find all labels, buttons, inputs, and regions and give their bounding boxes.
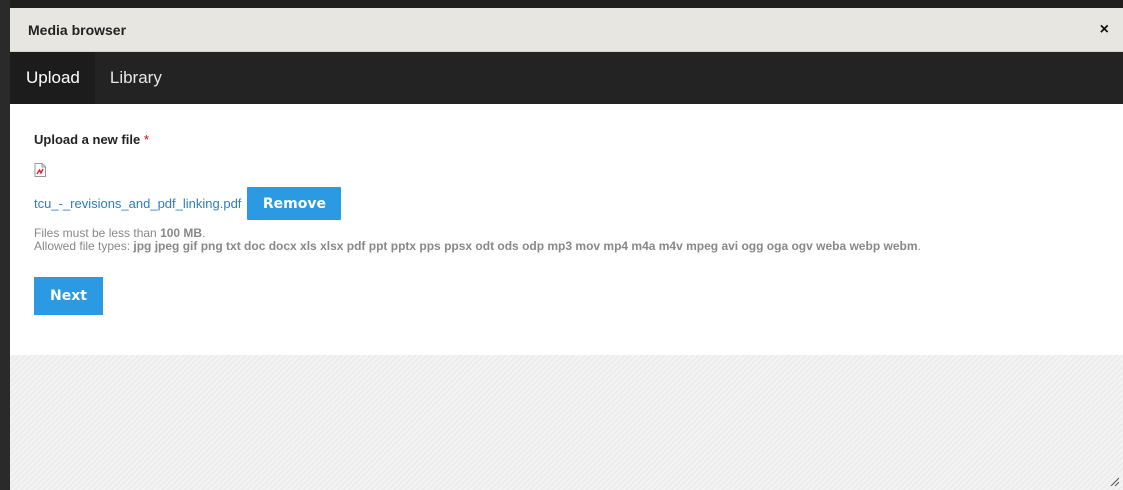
allowed-types-text: Allowed file types: jpg jpeg gif png txt…: [34, 240, 1099, 253]
upload-field-label: Upload a new file *: [34, 132, 1099, 147]
allowed-types-prefix: Allowed file types:: [34, 239, 134, 253]
allowed-types-suffix: .: [917, 239, 921, 253]
upload-form: Upload a new file * tcu_-_revisions_and_…: [10, 104, 1123, 355]
next-button[interactable]: Next: [34, 277, 103, 315]
upload-label-text: Upload a new file: [34, 132, 141, 147]
close-icon[interactable]: ×: [1096, 20, 1113, 40]
resize-grip-icon[interactable]: [1109, 476, 1119, 486]
size-limit-value: 100 MB: [160, 226, 203, 240]
upload-description: Files must be less than 100 MB. Allowed …: [34, 227, 1099, 253]
remove-button[interactable]: Remove: [247, 187, 342, 220]
media-browser-dialog: Media browser × Upload Library Upload a …: [10, 8, 1123, 490]
size-limit-suffix: .: [202, 226, 206, 240]
backdrop-edge: [0, 0, 10, 490]
uploaded-file-link[interactable]: tcu_-_revisions_and_pdf_linking.pdf: [34, 196, 241, 211]
pdf-file-icon: [34, 163, 46, 177]
uploaded-file-row: tcu_-_revisions_and_pdf_linking.pdf Remo…: [34, 187, 1099, 220]
dialog-title: Media browser: [28, 21, 127, 38]
dialog-titlebar: Media browser ×: [10, 8, 1123, 52]
tab-library[interactable]: Library: [95, 52, 177, 104]
size-limit-prefix: Files must be less than: [34, 226, 161, 240]
tab-bar: Upload Library: [10, 52, 1123, 104]
dialog-footer-area: [10, 355, 1123, 490]
required-marker: *: [143, 132, 149, 147]
tab-upload[interactable]: Upload: [10, 52, 95, 104]
allowed-types-value: jpg jpeg gif png txt doc docx xls xlsx p…: [133, 239, 918, 253]
